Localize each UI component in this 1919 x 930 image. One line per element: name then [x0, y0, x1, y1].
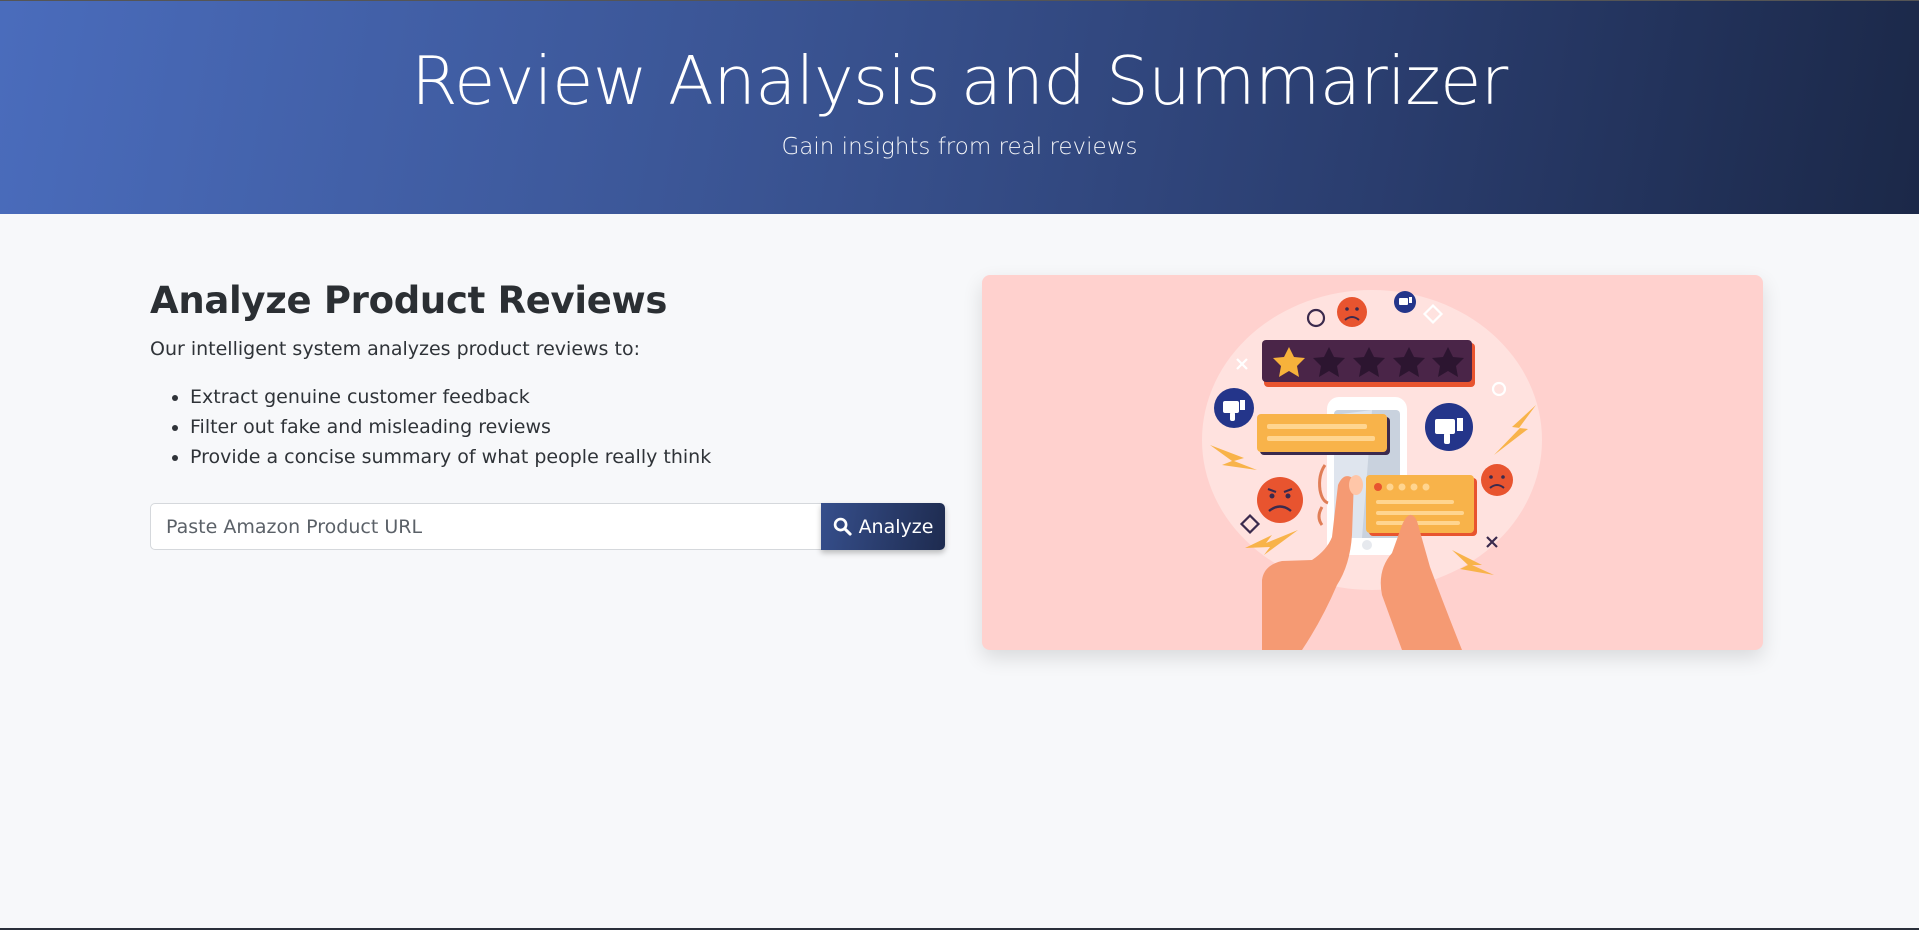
analyze-section: Analyze Product Reviews Our intelligent …: [150, 276, 945, 472]
angry-face-icon: [1257, 477, 1303, 523]
search-icon: [833, 517, 852, 536]
section-heading: Analyze Product Reviews: [150, 279, 668, 322]
thumbs-down-icon: [1425, 403, 1473, 451]
analyze-button[interactable]: Analyze: [821, 503, 945, 550]
feature-item: Extract genuine customer feedback: [190, 382, 945, 412]
intro-text: Our intelligent system analyzes product …: [150, 338, 640, 360]
page-subtitle: Gain insights from real reviews: [781, 134, 1138, 160]
feature-item: Filter out fake and misleading reviews: [190, 412, 945, 442]
url-search-form: Analyze: [150, 503, 945, 550]
hero-banner: Review Analysis and Summarizer Gain insi…: [0, 1, 1919, 214]
review-bubble: [1366, 475, 1477, 536]
product-url-input[interactable]: [150, 503, 821, 550]
feature-list: Extract genuine customer feedback Filter…: [150, 382, 945, 472]
thumbs-down-icon: [1214, 388, 1254, 428]
analyze-button-label: Analyze: [858, 515, 934, 538]
angry-face-icon: [1481, 464, 1513, 496]
rating-bar: [1262, 340, 1475, 387]
illustration-card: [982, 275, 1763, 650]
page-title: Review Analysis and Summarizer: [411, 42, 1508, 120]
review-bubble: [1257, 414, 1390, 455]
angry-face-icon: [1337, 297, 1367, 327]
thumbs-down-icon: [1394, 291, 1416, 313]
feature-item: Provide a concise summary of what people…: [190, 442, 945, 472]
bad-reviews-illustration: [1202, 290, 1542, 650]
